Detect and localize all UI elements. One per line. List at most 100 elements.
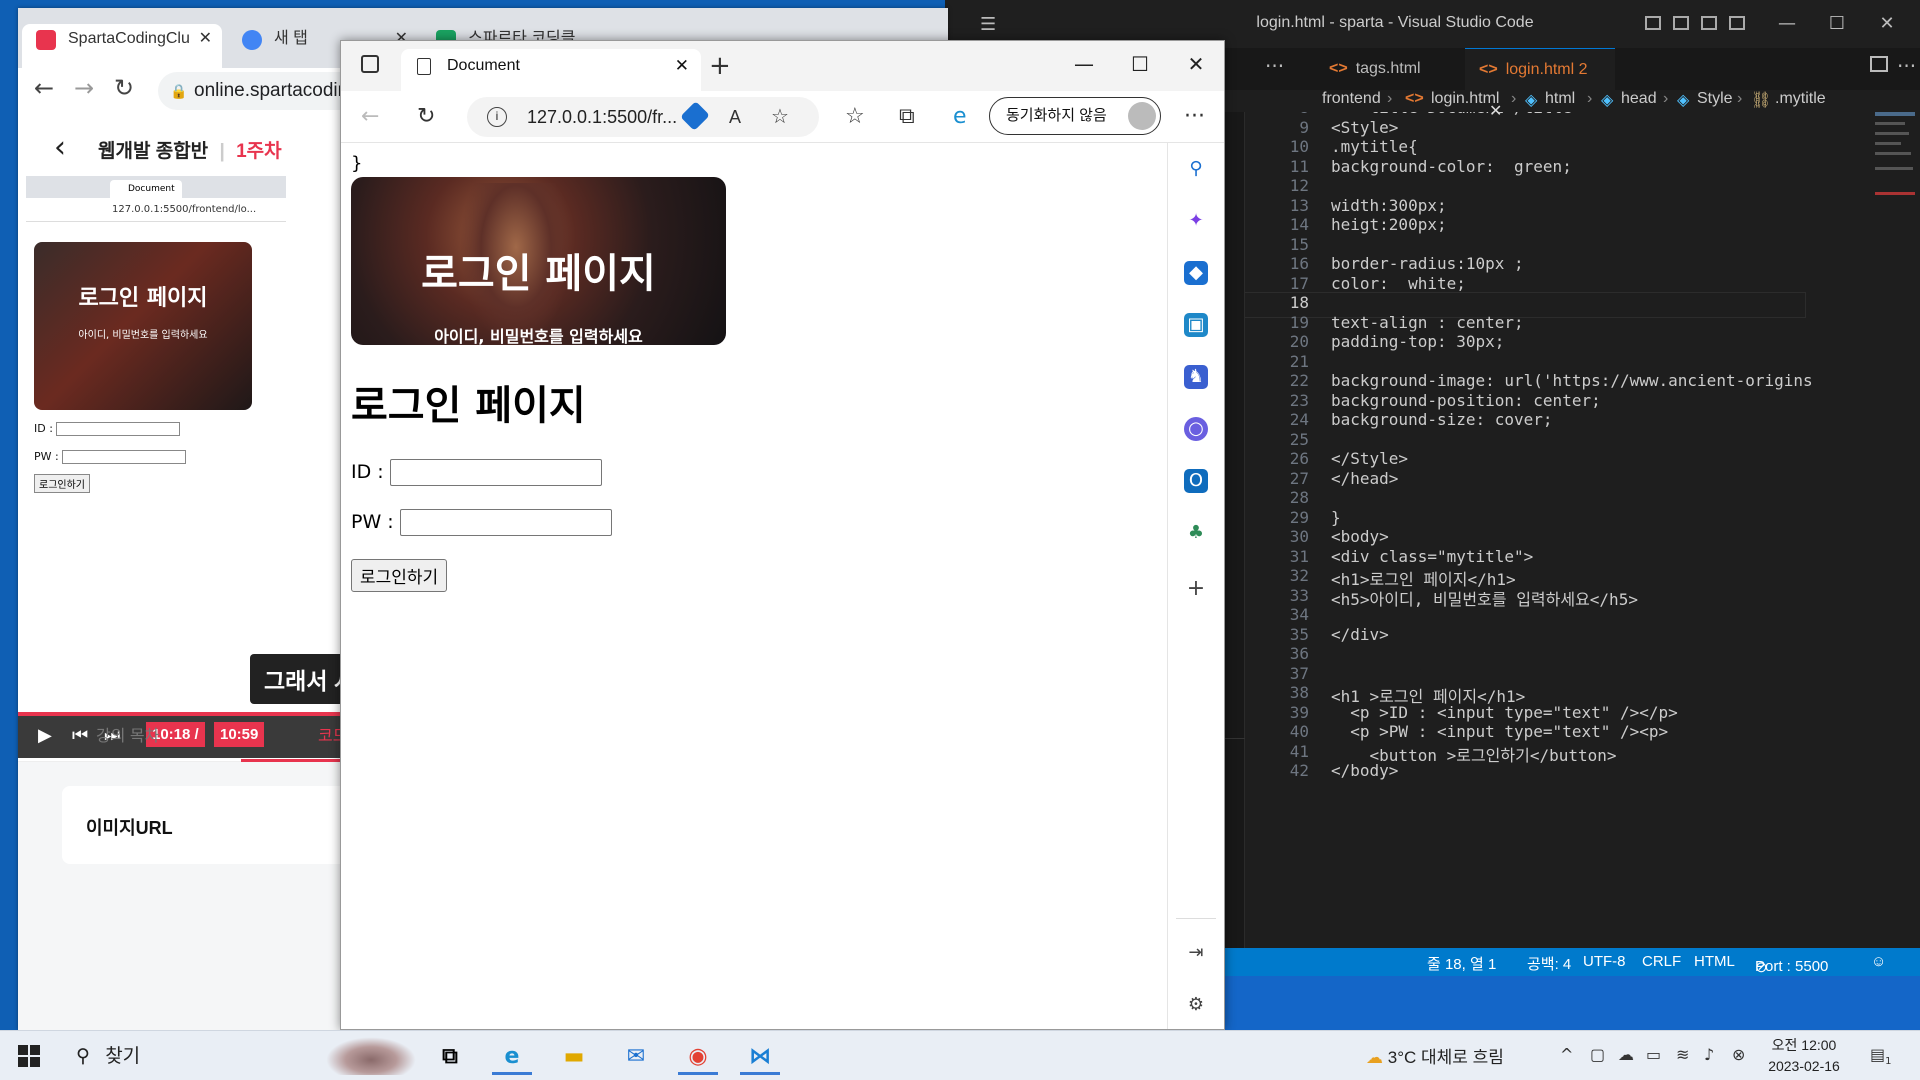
menu-icon[interactable]: ☰	[980, 14, 996, 35]
wifi-icon[interactable]: ≋	[1676, 1045, 1689, 1064]
ime-icon[interactable]: ⊗	[1732, 1045, 1745, 1064]
line-number: 11	[1289, 156, 1309, 176]
line-number: 21	[1289, 351, 1309, 371]
taskbar: ⚲ 찾기 ⧉ e ▬ ✉ ◉ ⋈ ☁ 3°C 대체로 흐림 ^ ▢ ☁ ▭ ≋ …	[0, 1030, 1920, 1080]
maximize-icon[interactable]: ☐	[1117, 47, 1163, 81]
search-icon[interactable]: ⚲	[1184, 157, 1208, 181]
breadcrumb-item[interactable]: login.html	[1431, 90, 1499, 108]
copilot-icon[interactable]: ✦	[1184, 209, 1208, 233]
clock[interactable]: 오전 12:00 2023-02-16	[1764, 1035, 1844, 1077]
language-mode[interactable]: HTML	[1694, 953, 1735, 970]
add-sidebar-icon[interactable]: +	[1184, 577, 1208, 601]
minimize-icon[interactable]: —	[1061, 47, 1107, 81]
taskbar-search[interactable]: ⚲ 찾기	[76, 1041, 140, 1068]
video-browser-frame: Document 127.0.0.1:5500/frontend/lo... 로…	[26, 176, 286, 546]
chrome-taskbar-icon[interactable]: ◉	[678, 1039, 718, 1075]
more-actions-icon[interactable]: ···	[1897, 54, 1916, 78]
drop-icon[interactable]: ♣	[1184, 521, 1208, 545]
toggle-secondary-sidebar-icon[interactable]	[1701, 16, 1717, 30]
pw-input[interactable]	[399, 509, 612, 536]
shopping-icon[interactable]: ◆	[1184, 261, 1208, 285]
windows-start-icon[interactable]	[18, 1045, 40, 1067]
outlook-icon[interactable]: O	[1184, 469, 1208, 493]
meet-now-icon[interactable]: ▢	[1590, 1045, 1605, 1064]
new-tab-icon[interactable]: +	[709, 51, 731, 81]
edge-taskbar-icon[interactable]: e	[492, 1039, 532, 1075]
extension-tag-icon[interactable]	[680, 101, 710, 131]
add-favorite-icon[interactable]: ☆	[771, 97, 789, 137]
more-icon[interactable]: ···	[1184, 104, 1205, 129]
collections-icon[interactable]: ⧉	[899, 104, 915, 129]
hide-sidebar-icon[interactable]: ⇥	[1184, 941, 1208, 965]
code-text: <Style>	[1331, 117, 1399, 137]
toggle-panel-icon[interactable]	[1673, 16, 1689, 30]
address-bar[interactable]: i 127.0.0.1:5500/fr... A ☆	[467, 97, 819, 137]
feedback-icon[interactable]: ☺	[1871, 953, 1886, 970]
more-icon[interactable]: ···	[1265, 54, 1284, 78]
task-view-icon[interactable]: ⧉	[430, 1039, 470, 1075]
onedrive-icon[interactable]: ☁	[1618, 1045, 1634, 1064]
cursor-position[interactable]: 줄 18, 열 1	[1427, 953, 1496, 974]
mail-icon[interactable]: ✉	[616, 1039, 656, 1075]
settings-icon[interactable]: ⚙	[1184, 993, 1208, 1017]
toggle-sidebar-icon[interactable]	[1645, 16, 1661, 30]
tab-table-of-contents[interactable]: 강의 목차	[96, 722, 159, 746]
tab-label: tags.html	[1355, 60, 1421, 77]
sync-status: 동기화하지 않음	[1006, 107, 1107, 124]
weather-widget[interactable]: ☁ 3°C 대체로 흐림	[1366, 1043, 1504, 1068]
search-label: 찾기	[105, 1046, 141, 1067]
breadcrumb-item[interactable]: .mytitle	[1775, 90, 1826, 108]
games-icon[interactable]: ♞	[1184, 365, 1208, 389]
breadcrumb-item[interactable]: html	[1545, 90, 1575, 108]
line-number: 22	[1289, 371, 1309, 390]
close-tab-icon[interactable]: ✕	[199, 24, 212, 54]
volume-icon[interactable]: ♪	[1704, 1045, 1714, 1064]
breadcrumb-item[interactable]: Style	[1697, 90, 1733, 108]
tab-actions-icon[interactable]	[361, 55, 379, 73]
reload-icon[interactable]: ↻	[417, 104, 435, 129]
split-editor-icon[interactable]	[1870, 56, 1888, 72]
encoding[interactable]: UTF-8	[1583, 953, 1626, 970]
code-text: <body>	[1331, 527, 1389, 546]
reload-icon[interactable]: ↻	[114, 74, 134, 102]
close-icon[interactable]: ✕	[1867, 10, 1907, 38]
microsoft-365-icon[interactable]: ○	[1184, 417, 1208, 441]
back-icon[interactable]: ←	[361, 104, 379, 129]
code-text: </div>	[1331, 624, 1389, 644]
line-ending[interactable]: CRLF	[1642, 953, 1681, 970]
tab-sparta[interactable]: SpartaCodingClu ✕	[22, 24, 222, 68]
code-editor[interactable]: 8 title>Document</title> 9 <Style> 10 .mytit…	[1245, 112, 1920, 948]
show-hidden-icons-icon[interactable]: ^	[1560, 1045, 1573, 1064]
line-number: 38	[1289, 683, 1309, 702]
login-button[interactable]: 로그인하기	[351, 559, 448, 592]
profile-button[interactable]: 동기화하지 않음	[989, 97, 1161, 135]
forward-icon[interactable]: →	[74, 74, 94, 102]
indentation[interactable]: 공백: 4	[1527, 953, 1571, 974]
site-info-icon[interactable]: i	[487, 107, 507, 127]
close-icon[interactable]: ✕	[1173, 47, 1219, 81]
customize-layout-icon[interactable]	[1729, 16, 1745, 30]
id-input[interactable]	[389, 459, 602, 486]
breadcrumb-item[interactable]: head	[1621, 90, 1657, 108]
tab-document[interactable]: Document ✕	[401, 49, 701, 91]
file-explorer-icon[interactable]: ▬	[554, 1039, 594, 1075]
edge-icon[interactable]: e	[953, 104, 967, 129]
tab-login-html[interactable]: <> login.html 2 ✕	[1465, 48, 1615, 120]
read-aloud-icon[interactable]: A	[729, 97, 741, 137]
maximize-icon[interactable]: ☐	[1817, 10, 1857, 38]
html-file-icon: <>	[1329, 60, 1348, 77]
vscode-taskbar-icon[interactable]: ⋈	[740, 1039, 780, 1075]
minimize-icon[interactable]: —	[1767, 10, 1807, 38]
video-url: 127.0.0.1:5500/frontend/lo...	[26, 198, 286, 222]
favorites-icon[interactable]: ☆	[845, 104, 865, 129]
breadcrumb-item[interactable]: frontend	[1322, 90, 1381, 108]
notifications-icon[interactable]: ▤1	[1870, 1045, 1892, 1067]
close-tab-icon[interactable]: ✕	[675, 49, 689, 83]
course-name: 웹개발 종합반	[98, 141, 209, 162]
tab-label: login.html 2	[1505, 61, 1588, 78]
course-back-icon[interactable]: ‹	[54, 130, 66, 165]
minimap[interactable]	[1875, 112, 1915, 212]
back-icon[interactable]: ←	[34, 74, 54, 102]
tools-icon[interactable]: ▣	[1184, 313, 1208, 337]
battery-icon[interactable]: ▭	[1646, 1045, 1661, 1064]
